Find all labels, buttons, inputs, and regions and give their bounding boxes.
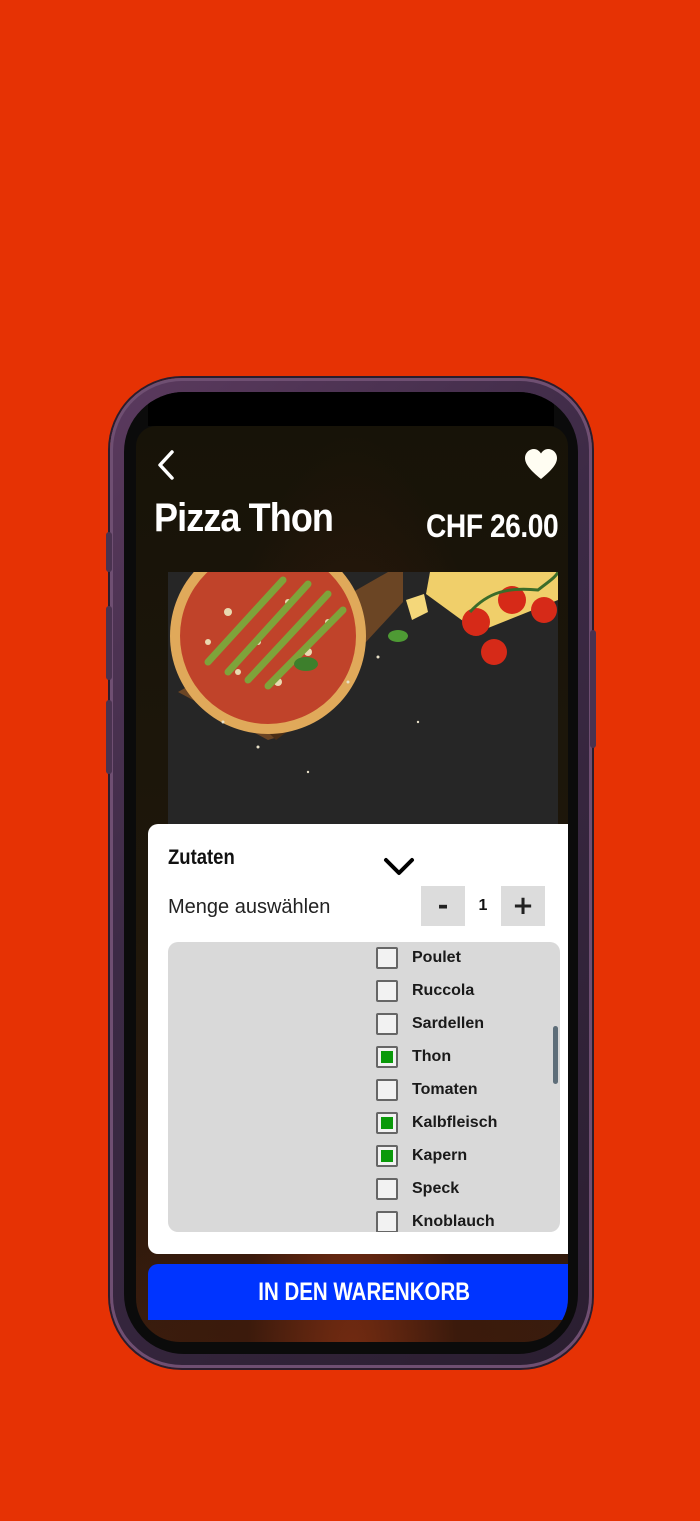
chevron-down-icon[interactable] [382,856,416,878]
phone-frame: Pizza Thon CHF 26.00 Zutaten Menge auswä… [106,378,596,1368]
ingredient-label: Kapern [412,1147,468,1164]
ingredients-list[interactable]: Poulet Ruccola Sardellen Thon Tomaten Ka… [168,942,560,1232]
ingredient-item[interactable]: Thon [376,1043,451,1071]
volume-down-button [106,700,112,774]
product-price: CHF 26.00 [425,508,559,544]
ingredient-item[interactable]: Ruccola [376,977,474,1005]
ingredient-label: Sardellen [412,1015,485,1032]
ingredient-checkbox[interactable] [376,1079,398,1101]
quantity-label: Menge auswählen [168,896,331,918]
ingredient-checkbox[interactable] [376,1046,398,1068]
ingredients-title: Zutaten [168,846,235,869]
action-button [106,532,112,572]
status-bar [148,392,554,426]
ingredient-label: Thon [412,1048,452,1065]
power-button [590,630,596,748]
bezel: Pizza Thon CHF 26.00 Zutaten Menge auswä… [124,392,578,1354]
ingredient-item[interactable]: Sardellen [376,1010,484,1038]
ingredient-checkbox[interactable] [376,980,398,1002]
ingredient-label: Tomaten [412,1081,478,1098]
volume-up-button [106,606,112,680]
ingredient-label: Poulet [412,949,461,966]
ingredient-item[interactable]: Kapern [376,1142,467,1170]
ingredient-item[interactable]: Poulet [376,944,461,972]
ingredients-card: Zutaten Menge auswählen - 1 + Poulet Ruc… [148,824,568,1254]
ingredients-scrollbar[interactable] [553,1026,558,1084]
pizza-illustration [168,572,558,836]
add-to-cart-label: IN DEN WARENKORB [258,1277,470,1306]
ingredient-label: Speck [412,1180,460,1197]
screen: Pizza Thon CHF 26.00 Zutaten Menge auswä… [136,426,568,1342]
ingredient-checkbox[interactable] [376,1013,398,1035]
ingredient-item[interactable]: Speck [376,1175,459,1203]
back-icon[interactable] [154,448,178,482]
ingredient-checkbox[interactable] [376,1211,398,1232]
ingredient-label: Kalbfleisch [412,1114,498,1131]
quantity-decrease-button[interactable]: - [421,886,465,926]
ingredient-label: Ruccola [412,982,475,999]
product-image [168,572,558,836]
ingredient-item[interactable]: Knoblauch [376,1208,495,1232]
ingredient-item[interactable]: Tomaten [376,1076,477,1104]
add-to-cart-button[interactable]: IN DEN WARENKORB [148,1264,568,1320]
quantity-increase-button[interactable]: + [501,886,545,926]
ingredient-label: Knoblauch [412,1213,495,1230]
ingredient-checkbox[interactable] [376,1178,398,1200]
quantity-value: 1 [478,897,488,914]
ingredient-checkbox[interactable] [376,1112,398,1134]
ingredient-item[interactable]: Kalbfleisch [376,1109,497,1137]
product-title: Pizza Thon [154,496,334,540]
ingredient-checkbox[interactable] [376,1145,398,1167]
heart-icon[interactable] [524,448,558,482]
ingredient-checkbox[interactable] [376,947,398,969]
